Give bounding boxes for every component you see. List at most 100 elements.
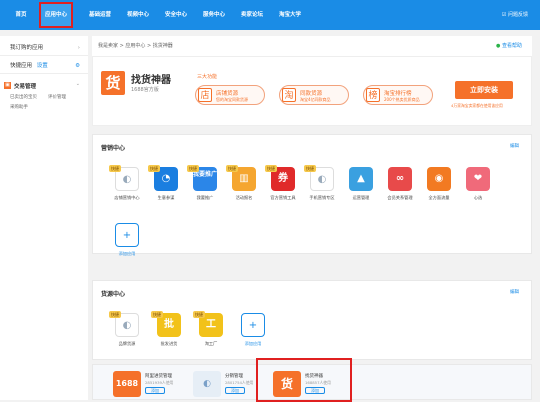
app-label: 会员关系管理 [387,195,413,200]
app-tile[interactable]: ◉ 全方面流量 [419,165,459,209]
app-tile[interactable]: 快捷券官方营销工具 [263,165,303,209]
quick-badge: 快捷 [109,311,121,318]
highlight-box [256,358,352,402]
app-tile[interactable]: 快捷批批发进货 [149,311,189,355]
feature-desc: 200个热卖优质商品 [384,97,420,102]
app-tile[interactable]: 快捷 ◔ 生意参谋 [146,165,186,209]
sidebar-settings-link[interactable]: 设置 [37,63,48,69]
app-tile[interactable]: 快捷 ▥ 活动报名 [224,165,264,209]
sourcing-add-app[interactable]: + 添加应用 [233,311,273,355]
feature-title: 同款货源 [300,91,323,97]
top-nav-bar: 首页 应用中心 基础运营 视频中心 安全中心 服务中心 卖家论坛 淘宝大学 ☑ … [0,0,540,30]
quick-badge: 快捷 [109,165,121,172]
add-button[interactable]: 添加 [145,387,165,394]
nav-basic-ops[interactable]: 基础运营 [82,0,118,30]
app-label: 活动报名 [235,195,253,200]
sidebar-ordered-apps[interactable]: 我订购的应用 › [0,40,88,56]
app-label: 心选 [473,195,483,200]
help-link[interactable]: ● 查看帮助 [496,36,522,56]
install-button[interactable]: 立即安装 [455,81,513,99]
taobao-icon: 淘 [282,88,296,102]
app-banner: 货 找货神器 1688官方版 三大功能 店 店铺货源 您的淘宝同款货源 淘 同款… [92,56,532,126]
app-tile[interactable]: 快捷工淘工厂 [191,311,231,355]
app-tile[interactable]: 快捷 ◐ 手机营销专区 [302,165,342,209]
gear-icon[interactable]: ⚙ [75,58,80,74]
sidebar-quick-apps-label: 快捷应用 [10,63,33,69]
sidebar-trade-group: ▣ 交易管理 ⌄ 已卖出的宝贝 评价管理 采购助手 [0,78,88,118]
app-tile[interactable]: ∞ 会员关系管理 [380,165,420,209]
app-label: 手机营销专区 [309,195,335,200]
quick-badge: 快捷 [226,165,238,172]
nav-service-center[interactable]: 服务中心 [196,0,232,30]
quick-badge: 快捷 [148,165,160,172]
nav-seller-forum[interactable]: 卖家论坛 [234,0,270,30]
app-tile[interactable]: 快捷 我要推广 我要推广 [185,165,225,209]
app-label: 品牌货源 [118,341,136,346]
app-tile[interactable]: ▲ 运营管理 [341,165,381,209]
recommended-app-users: 2801754人使用 [225,380,254,385]
trade-icon: ▣ [4,82,11,89]
nav-video-center[interactable]: 视频中心 [120,0,156,30]
chevron-right-icon: › [77,45,80,51]
feature-same-source: 淘 同款货源 淘宝4亿同款商品 [279,85,349,105]
sidebar-purchase-assistant[interactable]: 采购助手 [10,104,28,110]
app-1688-icon: 1688 [113,371,141,397]
add-button[interactable]: 添加 [225,387,245,394]
features-title: 三大功能 [197,74,218,80]
recommended-app-users: 2851939人使用 [145,380,174,385]
marketing-panel: 营销中心 编辑 快捷 ◐ 店铺营销中心 快捷 ◔ 生意参谋 快捷 我要推广 我要推广 快捷 ▥ 活动报… [92,134,532,256]
marketing-add-app[interactable]: + 添加应用 [107,221,147,265]
app-icon: ◉ [427,167,451,191]
chevron-down-icon[interactable]: ⌄ [76,81,80,87]
quick-badge: 快捷 [187,165,199,172]
quick-badge: 快捷 [151,311,163,318]
feature-title: 店铺货源 [216,91,239,97]
recommended-app-name: 分销管理 [225,374,243,379]
distribution-icon: ◐ [193,371,221,397]
help-label: 查看帮助 [501,43,522,49]
sidebar-quick-apps[interactable]: 快捷应用 设置 ⚙ [0,58,88,74]
marketing-edit-link[interactable]: 编辑 [510,143,519,149]
app-label: 我要推广 [196,195,214,200]
ranking-icon: 榜 [366,88,380,102]
breadcrumb: 我是卖家 > 应用中心 > 找货神器 ● 查看帮助 [92,36,532,56]
add-app-label: 添加应用 [118,251,136,256]
nav-home[interactable]: 首页 [6,0,36,30]
feature-store-source: 店 店铺货源 您的淘宝同款货源 [195,85,265,105]
app-subtitle: 1688官方版 [131,87,159,93]
app-label: 批发进货 [160,341,178,346]
breadcrumb-path[interactable]: 我是卖家 > 应用中心 > 找货神器 [98,43,173,49]
app-label: 运营管理 [352,195,370,200]
sourcing-edit-link[interactable]: 编辑 [510,289,519,295]
sidebar-trade-manage[interactable]: 交易管理 [14,82,36,90]
sidebar: 我订购的应用 › 快捷应用 设置 ⚙ ▣ 交易管理 ⌄ 已卖出的宝贝 评价管理 … [0,36,88,400]
sourcing-panel: 货源中心 编辑 快捷 ◐ 品牌货源 快捷批批发进货 快捷工淘工厂 + 添加应用 [92,280,532,360]
app-label: 官方营销工具 [270,195,296,200]
plus-icon: + [241,313,265,337]
recommended-app-name: 阿里进货管理 [145,374,172,379]
feature-desc: 淘宝4亿同款商品 [300,97,331,102]
app-label: 生意参谋 [157,195,175,200]
app-tile[interactable]: 快捷 ◐ 店铺营销中心 [107,165,147,209]
sourcing-title: 货源中心 [101,291,126,298]
app-icon: ∞ [388,167,412,191]
plus-icon: + [115,223,139,247]
nav-taobao-university[interactable]: 淘宝大学 [272,0,308,30]
sidebar-review-manage[interactable]: 评价管理 [48,94,66,100]
app-tile[interactable]: 快捷 ◐ 品牌货源 [107,311,147,355]
sidebar-sold-items[interactable]: 已卖出的宝贝 [10,94,37,100]
app-tile[interactable]: ❤ 心选 [458,165,498,209]
feedback-link[interactable]: ☑ 问题反馈 [502,0,528,30]
add-app-label: 添加应用 [244,341,262,346]
feedback-label: 问题反馈 [507,12,528,18]
quick-badge: 快捷 [304,165,316,172]
sidebar-ordered-apps-label: 我订购的应用 [10,45,44,51]
nav-security-center[interactable]: 安全中心 [158,0,194,30]
app-label: 店铺营销中心 [114,195,140,200]
nav-app-center[interactable]: 应用中心 [39,2,73,28]
app-logo: 货 [101,71,125,95]
feature-desc: 您的淘宝同款货源 [216,97,248,102]
main-content: 我是卖家 > 应用中心 > 找货神器 ● 查看帮助 货 找货神器 1688官方版… [92,36,532,402]
install-note: 4万家淘宝卖家都在使用该应用 [451,103,503,108]
help-icon: ● [496,43,501,49]
